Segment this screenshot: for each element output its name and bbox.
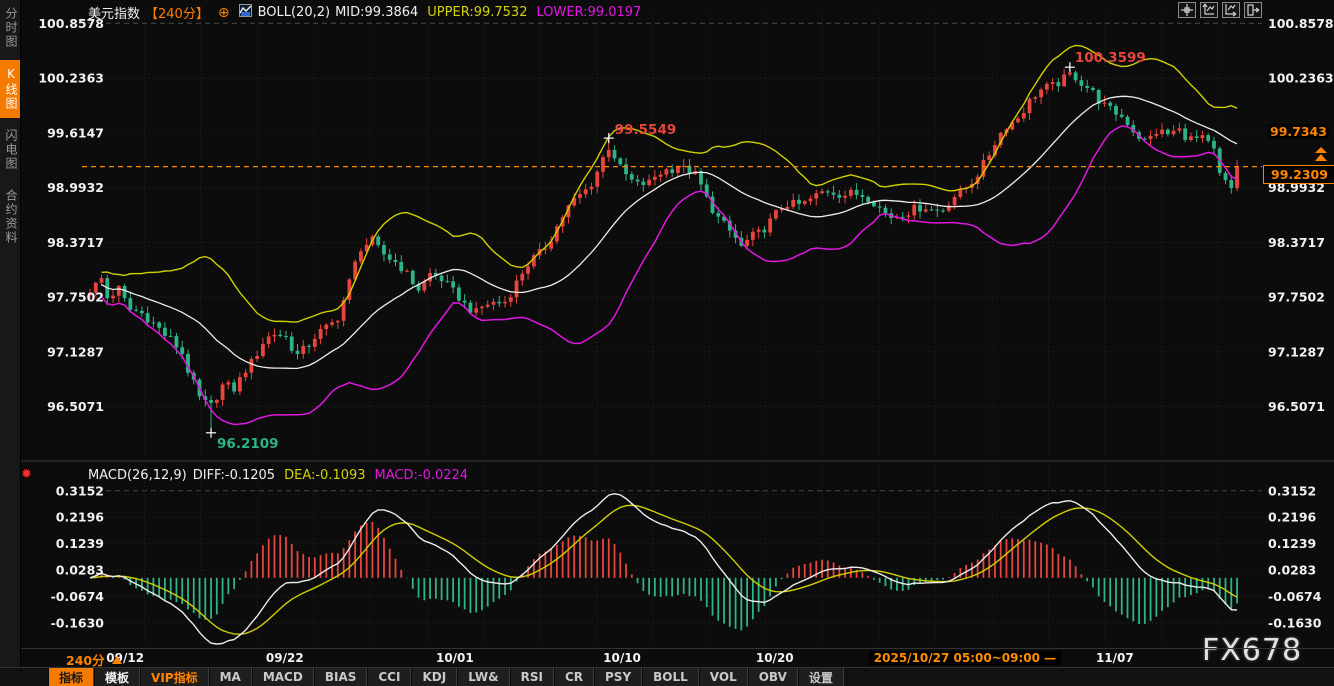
axis-label: 0.3152 bbox=[56, 483, 104, 498]
axis-label: 98.3717 bbox=[47, 235, 104, 250]
btn-bias[interactable]: BIAS bbox=[314, 668, 368, 686]
boll-lower-value: LOWER:99.0197 bbox=[536, 5, 641, 20]
pan-icon[interactable] bbox=[1178, 2, 1196, 18]
axis-label: 0.1239 bbox=[56, 536, 104, 551]
last-price-box: 99.2309 bbox=[1263, 165, 1334, 184]
axis-label: -0.1630 bbox=[51, 615, 105, 630]
axis-label: 97.7502 bbox=[47, 290, 104, 305]
boll-label: BOLL(20,2) bbox=[258, 5, 331, 20]
zoom-x-axis-icon[interactable] bbox=[1222, 2, 1240, 18]
kline-style-icon bbox=[239, 4, 252, 21]
symbol-title: 美元指数 bbox=[88, 3, 140, 22]
swing-annotation: 99.5549 bbox=[615, 122, 677, 138]
x-axis-highlight-label: 2025/10/27 05:00~09:00 — bbox=[869, 651, 1061, 665]
axis-label: 96.5071 bbox=[47, 399, 104, 414]
add-indicator-icon[interactable]: ⊕ bbox=[218, 7, 230, 19]
axis-label: -0.1630 bbox=[1268, 615, 1322, 630]
tab-vip-indicators[interactable]: VIP指标 bbox=[140, 668, 209, 686]
indicator-marker-icon[interactable]: ✹ bbox=[21, 467, 32, 482]
boll-mid-value: MID:99.3864 bbox=[335, 5, 418, 20]
axis-label: 0.0283 bbox=[1268, 562, 1316, 577]
btn-cci[interactable]: CCI bbox=[367, 668, 411, 686]
x-axis-label: 10/20 bbox=[756, 651, 794, 665]
tab-template[interactable]: 模板 bbox=[94, 668, 140, 686]
axis-label: 0.2196 bbox=[56, 510, 105, 525]
axis-label: 97.7502 bbox=[1268, 290, 1325, 305]
axis-label: 97.1287 bbox=[1268, 344, 1325, 359]
btn-psy[interactable]: PSY bbox=[594, 668, 642, 686]
x-axis-label: 10/01 bbox=[436, 651, 474, 665]
period-label: 【240分】 bbox=[145, 3, 209, 22]
axis-label: 0.0283 bbox=[56, 562, 104, 577]
trading-app-window: 99.5549100.359996.2109100.8578100.857810… bbox=[0, 0, 1334, 686]
axis-label: 99.6147 bbox=[47, 125, 104, 140]
axis-label: 96.5071 bbox=[1268, 399, 1325, 414]
macd-header: MACD(26,12,9) DIFF:-0.1205 DEA:-0.1093 M… bbox=[88, 468, 468, 483]
tab-indicators[interactable]: 指标 bbox=[48, 668, 94, 686]
btn-kdj[interactable]: KDJ bbox=[411, 668, 457, 686]
btn-boll[interactable]: BOLL bbox=[642, 668, 699, 686]
swing-annotation: 96.2109 bbox=[217, 436, 279, 452]
axis-label: 97.1287 bbox=[47, 344, 104, 359]
x-axis-label: 11/07 bbox=[1096, 651, 1134, 665]
sidebar-item-flash-chart[interactable]: 闪电图 bbox=[0, 122, 20, 178]
btn-ma[interactable]: MA bbox=[209, 668, 252, 686]
jump-latest-icon[interactable] bbox=[1244, 2, 1262, 18]
macd-dea-value: DEA:-0.1093 bbox=[284, 468, 365, 483]
axis-label: 100.2363 bbox=[1268, 71, 1334, 86]
btn-obv[interactable]: OBV bbox=[748, 668, 798, 686]
chart-header: 美元指数 【240分】 ⊕ BOLL(20,2) MID:99.3864 UPP… bbox=[88, 3, 641, 22]
btn-settings[interactable]: 设置 bbox=[798, 668, 844, 686]
btn-lw[interactable]: LW& bbox=[457, 668, 509, 686]
axis-label: -0.0674 bbox=[1268, 589, 1322, 604]
band-price-marker: 99.7343 bbox=[1268, 124, 1329, 139]
kline-chart-canvas[interactable]: 99.5549100.359996.2109100.8578100.857810… bbox=[0, 0, 1334, 650]
btn-cr[interactable]: CR bbox=[554, 668, 594, 686]
macd-label: MACD(26,12,9) bbox=[88, 468, 187, 483]
axis-label: 100.8578 bbox=[1268, 16, 1334, 31]
axis-label: 98.9932 bbox=[47, 180, 104, 195]
btn-vol[interactable]: VOL bbox=[699, 668, 748, 686]
window-controls bbox=[1178, 2, 1262, 18]
axis-label: 0.1239 bbox=[1268, 536, 1316, 551]
axis-label: 100.2363 bbox=[38, 71, 104, 86]
axis-label: 0.3152 bbox=[1268, 483, 1316, 498]
indicator-toolbar: 指标模板VIP指标MAMACDBIASCCIKDJLW&RSICRPSYBOLL… bbox=[0, 667, 1334, 686]
x-axis-strip: 09/1209/2210/0110/1010/202025/10/27 05:0… bbox=[0, 648, 1334, 668]
btn-macd[interactable]: MACD bbox=[252, 668, 314, 686]
btn-rsi[interactable]: RSI bbox=[510, 668, 554, 686]
axis-label: 98.3717 bbox=[1268, 235, 1325, 250]
macd-diff-value: DIFF:-0.1205 bbox=[193, 468, 275, 483]
chart-type-sidebar: 分时图 K线图闪电图合约资料 bbox=[0, 0, 21, 686]
sidebar-item-time-chart[interactable]: 分时图 bbox=[0, 0, 20, 56]
sidebar-item-kline-chart[interactable]: K线图 bbox=[0, 60, 20, 118]
macd-value: MACD:-0.0224 bbox=[375, 468, 469, 483]
x-axis-label: 09/22 bbox=[266, 651, 304, 665]
swing-annotation: 100.3599 bbox=[1075, 50, 1146, 66]
sidebar-item-contract-info[interactable]: 合约资料 bbox=[0, 182, 20, 252]
zoom-y-axis-icon[interactable] bbox=[1200, 2, 1218, 18]
axis-label: -0.0674 bbox=[51, 589, 105, 604]
boll-upper-value: UPPER:99.7532 bbox=[427, 5, 527, 20]
x-axis-label: 10/10 bbox=[603, 651, 641, 665]
axis-label: 0.2196 bbox=[1268, 510, 1317, 525]
period-up-arrow-icon bbox=[112, 656, 122, 664]
